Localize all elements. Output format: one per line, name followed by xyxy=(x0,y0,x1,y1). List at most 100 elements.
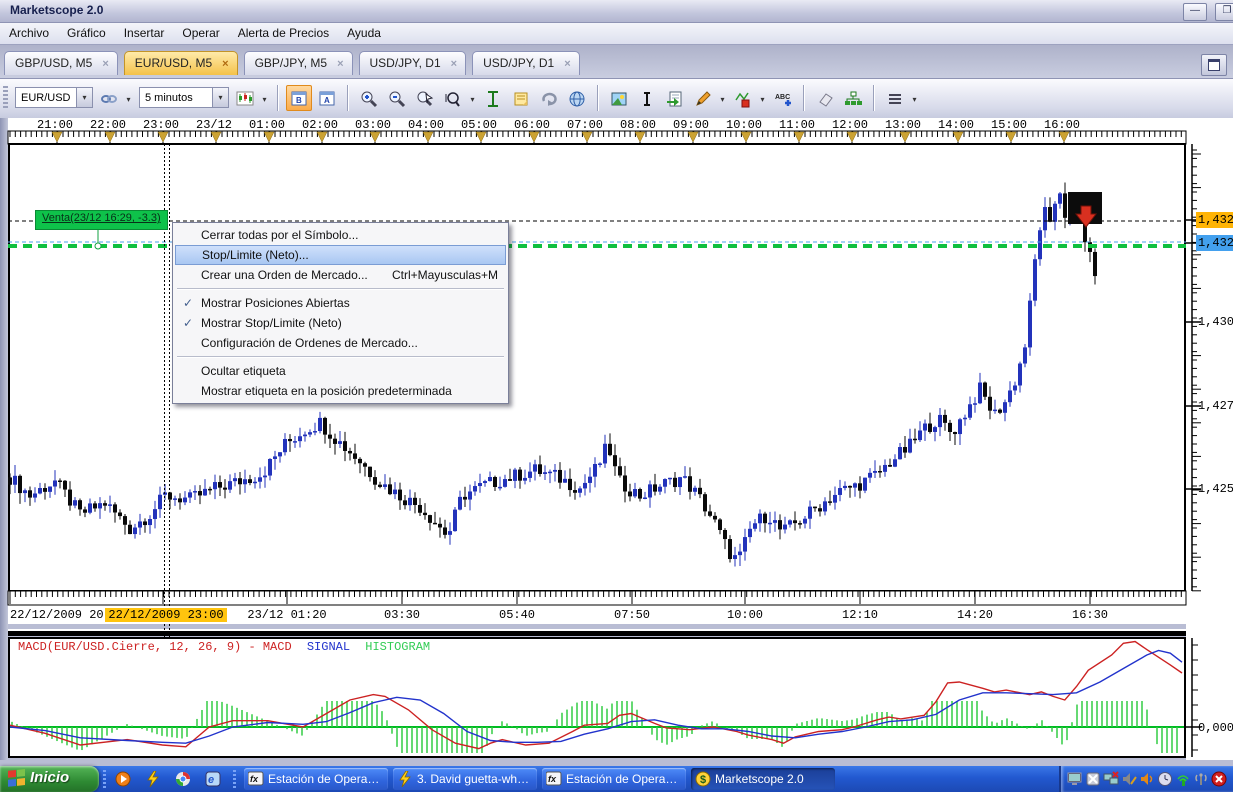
menu-item-ocultar-etiqueta[interactable]: Ocultar etiqueta xyxy=(175,361,506,381)
volume-mixer-icon[interactable] xyxy=(1121,771,1136,786)
period-combo[interactable]: 5 minutos▾ xyxy=(139,87,229,108)
show-ask-button[interactable]: A xyxy=(314,85,340,111)
hierarchy-button[interactable] xyxy=(840,85,866,111)
restore-button[interactable]: ❐ xyxy=(1215,3,1233,21)
svg-text:B: B xyxy=(296,96,302,105)
show-bid-button[interactable]: B xyxy=(286,85,312,111)
alert-icon[interactable] xyxy=(1211,771,1226,786)
task-estaci-n-de-operacio[interactable]: fxEstación de Operacio... xyxy=(244,768,388,790)
time-label-top: 03:00 xyxy=(355,118,391,132)
time-label-top: 05:00 xyxy=(461,118,497,132)
security-icon[interactable] xyxy=(1085,771,1100,786)
toolbar-grip[interactable] xyxy=(3,86,8,110)
menu-separator xyxy=(177,356,504,358)
svg-text:fx: fx xyxy=(548,774,557,784)
window-icon xyxy=(1208,59,1220,71)
menu-gr-fico[interactable]: Gráfico xyxy=(58,23,115,44)
draw-marker-button[interactable] xyxy=(730,85,756,111)
insert-image-button[interactable] xyxy=(606,85,632,111)
task-estaci-n-de-operacio[interactable]: fx Estación de Operacio... xyxy=(542,768,686,790)
time-label-bottom: 16:30 xyxy=(1072,608,1108,622)
messenger-icon[interactable]: e xyxy=(205,771,221,787)
wireless-icon[interactable] xyxy=(1175,771,1190,786)
draw-pencil-button[interactable] xyxy=(690,85,716,111)
zoom-in-button[interactable] xyxy=(356,85,382,111)
symbol-combo[interactable]: EUR/USD▾ xyxy=(15,87,93,108)
link-charts-button-dropdown[interactable]: ▾ xyxy=(123,85,134,111)
link-charts-button[interactable] xyxy=(96,85,122,111)
notes-button[interactable] xyxy=(508,85,534,111)
tab-close-icon[interactable]: × xyxy=(564,58,570,70)
quick-launch-grip[interactable] xyxy=(103,770,106,788)
chevron-down-icon[interactable]: ▾ xyxy=(76,88,92,107)
menu-alerta-de-precios[interactable]: Alerta de Precios xyxy=(229,23,338,44)
time-label-bottom: 07:50 xyxy=(614,608,650,622)
browser-icon[interactable] xyxy=(175,771,191,787)
task-label: Estación de Operacio... xyxy=(566,772,686,786)
chart-style-button-dropdown[interactable]: ▾ xyxy=(259,85,270,111)
list-button[interactable] xyxy=(882,85,908,111)
menu-item-mostrar-stop-limite-neto[interactable]: ✓Mostrar Stop/Limite (Neto) xyxy=(175,313,506,333)
network-offline-icon[interactable] xyxy=(1103,771,1118,786)
tab-close-icon[interactable]: × xyxy=(222,58,228,70)
menu-item-crear-una-orden-de-mercado[interactable]: Ctrl+Mayusculas+MCrear una Orden de Merc… xyxy=(175,265,506,285)
time-label-top: 07:00 xyxy=(567,118,603,132)
time-label-bottom: 05:40 xyxy=(499,608,535,622)
price-tick-label: 1,425 xyxy=(1196,481,1233,497)
chart-style-button[interactable] xyxy=(232,85,258,111)
text-cursor-icon xyxy=(638,90,656,108)
menu-item-cerrar-todas-por-el-s-mbolo[interactable]: Cerrar todas por el Símbolo... xyxy=(175,225,506,245)
toolbar-separator xyxy=(597,85,599,111)
zoom-out-button[interactable] xyxy=(384,85,410,111)
media-player-icon[interactable] xyxy=(115,771,131,787)
tab-label: USD/JPY, D1 xyxy=(483,56,554,70)
menu-operar[interactable]: Operar xyxy=(173,23,228,44)
quick-launch-grip[interactable] xyxy=(233,770,236,788)
tab-close-icon[interactable]: × xyxy=(102,58,108,70)
task-3-david-guetta-whe[interactable]: 3. David guetta-whe... xyxy=(393,768,537,790)
speaker-icon[interactable] xyxy=(1139,771,1154,786)
signal-icon[interactable] xyxy=(1193,771,1208,786)
start-button[interactable]: Inicio xyxy=(0,766,99,792)
menu-item-stop-limite-neto[interactable]: Stop/Limite (Neto)... xyxy=(175,245,506,265)
insert-text-button[interactable] xyxy=(634,85,660,111)
open-position-label[interactable]: Venta(23/12 16:29, -3.3) xyxy=(35,210,168,230)
zoom-mode-button[interactable] xyxy=(440,85,466,111)
tab-close-icon[interactable]: × xyxy=(337,58,343,70)
menu-item-mostrar-posiciones-abiertas[interactable]: ✓Mostrar Posiciones Abiertas xyxy=(175,293,506,313)
menu-item-mostrar-etiqueta-en-la-posici-n-predeterminada[interactable]: Mostrar etiqueta en la posición predeter… xyxy=(175,381,506,401)
menu-item-configuraci-n-de-ordenes-de-mercado[interactable]: Configuración de Ordenes de Mercado... xyxy=(175,333,506,353)
chevron-down-icon[interactable]: ▾ xyxy=(212,88,228,107)
zoom-select-button[interactable] xyxy=(412,85,438,111)
display-icon[interactable] xyxy=(1067,771,1082,786)
menu-insertar[interactable]: Insertar xyxy=(115,23,174,44)
time-label-top: 12:00 xyxy=(832,118,868,132)
macd-panel[interactable] xyxy=(8,637,1186,758)
tab-close-icon[interactable]: × xyxy=(451,58,457,70)
eraser-button[interactable] xyxy=(812,85,838,111)
tab-usd-jpy-d1-4[interactable]: USD/JPY, D1 × xyxy=(472,51,580,75)
draw-marker-button-dropdown[interactable]: ▾ xyxy=(757,85,768,111)
insert-template-button[interactable] xyxy=(662,85,688,111)
tab-gbp-jpy-m5-2[interactable]: GBP/JPY, M5× xyxy=(244,51,353,75)
svg-text:fx: fx xyxy=(250,774,259,784)
web-button[interactable] xyxy=(564,85,590,111)
add-label-button[interactable]: ABC xyxy=(770,85,796,111)
menu-archivo[interactable]: Archivo xyxy=(0,23,58,44)
vertical-ruler-button[interactable] xyxy=(480,85,506,111)
minimize-button[interactable]: — xyxy=(1183,3,1207,21)
zoom-mode-button-dropdown[interactable]: ▾ xyxy=(467,85,478,111)
menu-ayuda[interactable]: Ayuda xyxy=(338,23,390,44)
tab-eur-usd-m5-1[interactable]: EUR/USD, M5× xyxy=(124,51,238,75)
draw-pencil-button-dropdown[interactable]: ▾ xyxy=(717,85,728,111)
winamp-icon[interactable] xyxy=(145,771,161,787)
clock-sync-icon[interactable] xyxy=(1157,771,1172,786)
task-marketscope-2-0[interactable]: $Marketscope 2.0 xyxy=(691,768,835,790)
list-button-dropdown[interactable]: ▾ xyxy=(909,85,920,111)
window-arrange-button[interactable] xyxy=(1201,54,1227,76)
share-button[interactable] xyxy=(536,85,562,111)
tab-gbp-usd-m5-0[interactable]: GBP/USD, M5× xyxy=(4,51,118,75)
tile-b-icon: B xyxy=(290,90,308,108)
panel-splitter[interactable] xyxy=(8,629,1186,636)
tab-usd-jpy-d1-3[interactable]: USD/JPY, D1× xyxy=(359,51,467,75)
